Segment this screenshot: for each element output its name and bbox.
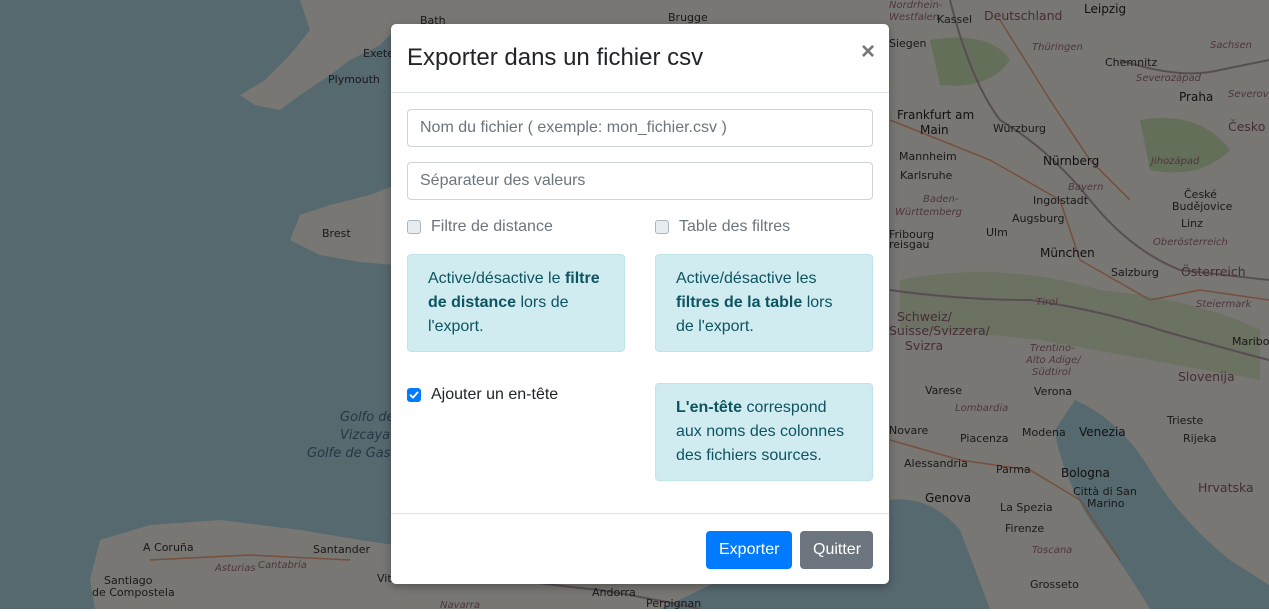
info-text: Active/désactive le <box>428 270 565 287</box>
add-header-label: Ajouter un en-tête <box>431 386 559 403</box>
add-header-option[interactable]: Ajouter un en-tête <box>407 386 558 404</box>
table-filters-info: Active/désactive les filtres de la table… <box>655 254 873 352</box>
modal-footer: Exporter Quitter <box>391 513 889 584</box>
table-filters-label: Table des filtres <box>679 218 791 235</box>
quit-button[interactable]: Quitter <box>800 531 873 569</box>
distance-filter-option[interactable]: Filtre de distance <box>407 218 553 236</box>
modal-title: Exporter dans un fichier csv <box>407 44 704 71</box>
info-emphasis: filtres de la table <box>676 294 803 311</box>
info-emphasis: L'en-tête <box>676 399 743 416</box>
header-info: L'en-tête correspond aux noms des colonn… <box>655 383 873 481</box>
distance-filter-info: Active/désactive le filtre de distance l… <box>407 254 625 352</box>
distance-filter-label: Filtre de distance <box>431 218 553 235</box>
table-filters-checkbox[interactable] <box>655 220 669 234</box>
modal-header: Exporter dans un fichier csv × <box>391 24 889 93</box>
close-icon[interactable]: × <box>861 38 875 66</box>
filename-input[interactable] <box>407 109 873 147</box>
export-button[interactable]: Exporter <box>706 531 792 569</box>
info-text: Active/désactive les <box>676 270 817 287</box>
export-csv-modal: Exporter dans un fichier csv × Filtre de… <box>391 24 889 584</box>
add-header-checkbox[interactable] <box>407 388 421 402</box>
checkmark-icon <box>409 391 419 399</box>
table-filters-option[interactable]: Table des filtres <box>655 218 790 236</box>
distance-filter-checkbox[interactable] <box>407 220 421 234</box>
separator-input[interactable] <box>407 162 873 200</box>
